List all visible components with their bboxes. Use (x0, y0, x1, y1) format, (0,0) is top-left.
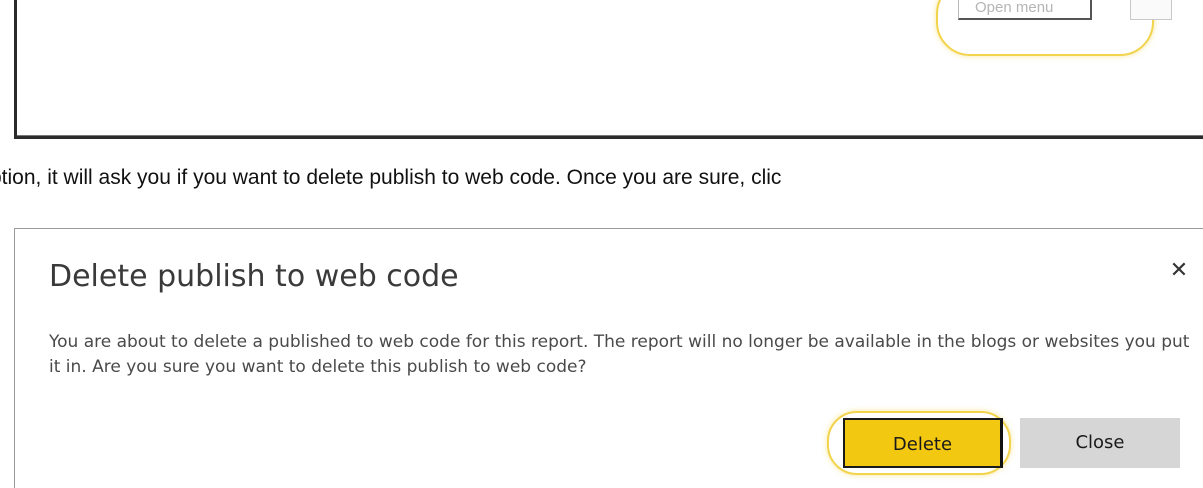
menu-panel-edge (1130, 0, 1172, 20)
dialog-message: You are about to delete a published to w… (49, 332, 1190, 377)
close-icon[interactable]: ✕ (1165, 257, 1193, 285)
frame-divider (17, 135, 1203, 136)
delete-publish-dialog: Delete publish to web code ✕ You are abo… (14, 228, 1203, 488)
open-menu-tooltip: Open menu (958, 0, 1092, 20)
delete-button[interactable]: Delete (843, 418, 1003, 468)
dialog-title: Delete publish to web code (49, 259, 459, 294)
close-button[interactable]: Close (1020, 418, 1180, 468)
instruction-text: ption, it will ask you if you want to de… (0, 166, 782, 189)
